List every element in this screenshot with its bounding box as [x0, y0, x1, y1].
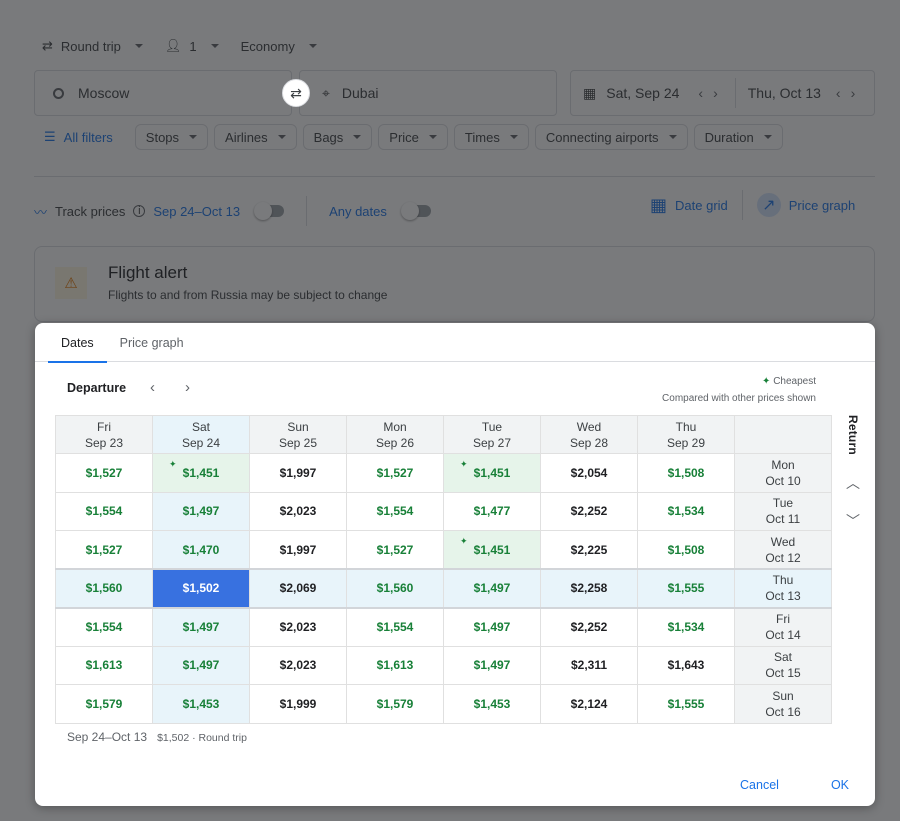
price-cell[interactable]: $2,124 [540, 684, 638, 724]
departure-column-header: Fri Sep 23 [55, 415, 153, 454]
price-cell[interactable]: ✦ $1,451 [443, 530, 541, 570]
tab-dates[interactable]: Dates [48, 323, 107, 363]
price-cell[interactable]: $1,453 [152, 684, 250, 724]
grid-row: $1,527 $1,470 $1,997 $1,527 ✦ $1,451 $2,225 $1,… [55, 530, 832, 570]
price-cell[interactable]: $1,534 [637, 491, 735, 531]
cancel-button[interactable]: Cancel [740, 778, 779, 792]
price-cell[interactable]: $2,023 [249, 607, 347, 647]
date-grid-dialog: Dates Price graph Departure ‹ › ✦ Cheape… [35, 323, 875, 806]
price-cell[interactable]: $1,579 [55, 684, 153, 724]
price-cell[interactable]: $1,534 [637, 607, 735, 647]
departure-column-header: Sat Sep 24 [152, 415, 250, 454]
price-cell[interactable]: $1,508 [637, 530, 735, 570]
price-cell[interactable]: $1,453 [443, 684, 541, 724]
price-cell[interactable]: $1,997 [249, 453, 347, 493]
price-cell[interactable]: $2,258 [540, 568, 638, 609]
departure-column-header: Thu Sep 29 [637, 415, 735, 454]
price-cell[interactable]: $1,497 [443, 645, 541, 685]
dialog-actions: Cancel OK [740, 778, 849, 792]
price-cell[interactable]: $1,613 [346, 645, 444, 685]
return-row-header: Fri Oct 14 [734, 607, 832, 647]
departure-column-header: Wed Sep 28 [540, 415, 638, 454]
price-cell[interactable]: $1,497 [152, 607, 250, 647]
price-cell[interactable]: $2,069 [249, 568, 347, 609]
price-cell[interactable]: $1,470 [152, 530, 250, 570]
return-row-header: Thu Oct 13 [734, 568, 832, 609]
price-cell[interactable]: $1,527 [55, 530, 153, 570]
return-row-header: Sun Oct 16 [734, 684, 832, 724]
swap-button[interactable]: ⇄ [282, 79, 310, 107]
grid-row: $1,554 $1,497 $2,023 $1,554 $1,497 $2,252 $1,5… [55, 607, 832, 647]
sparkle-icon: ✦ [762, 376, 771, 387]
price-cell[interactable]: $1,497 [152, 645, 250, 685]
price-cell[interactable]: $1,999 [249, 684, 347, 724]
price-cell[interactable]: $1,477 [443, 491, 541, 531]
return-nav: Return ︿ ﹀ [846, 415, 866, 531]
price-cell[interactable]: $1,554 [346, 491, 444, 531]
departure-column-header: Mon Sep 26 [346, 415, 444, 454]
price-cell[interactable]: $1,554 [55, 491, 153, 531]
price-cell[interactable]: $1,579 [346, 684, 444, 724]
return-label: Return [846, 415, 860, 455]
grid-row: $1,554 $1,497 $2,023 $1,554 $1,477 $2,252 $1,5… [55, 491, 832, 531]
grid-row: $1,527 ✦ $1,451 $1,997 $1,527 ✦ $1,451 $2,054 $1… [55, 453, 832, 493]
grid-row: $1,613 $1,497 $2,023 $1,613 $1,497 $2,311 $1,6… [55, 645, 832, 685]
date-price-grid: Fri Sep 23 Sat Sep 24 Sun Sep 25 Mon Sep 26 Tue S… [55, 415, 832, 724]
price-cell[interactable]: $1,554 [346, 607, 444, 647]
departure-column-header: Sun Sep 25 [249, 415, 347, 454]
departure-nav: Departure ‹ › [67, 379, 190, 396]
cheapest-sparkle-icon: ✦ [169, 459, 177, 469]
price-cell[interactable]: ✦ $1,451 [152, 453, 250, 493]
return-row-header: Wed Oct 12 [734, 530, 832, 570]
tab-price-graph[interactable]: Price graph [107, 323, 197, 362]
return-up-button[interactable]: ︿ [846, 473, 860, 493]
price-cell[interactable]: $2,311 [540, 645, 638, 685]
price-cell[interactable]: $2,023 [249, 645, 347, 685]
return-row-header: Tue Oct 11 [734, 491, 832, 531]
selection-summary: Sep 24–Oct 13 $1,502 · Round trip [67, 730, 247, 744]
return-row-header: Sat Oct 15 [734, 645, 832, 685]
price-cell[interactable]: $1,555 [637, 568, 735, 609]
cheapest-sparkle-icon: ✦ [460, 459, 468, 469]
cheapest-sparkle-icon: ✦ [460, 536, 468, 546]
price-cell[interactable]: $1,560 [55, 568, 153, 609]
ok-button[interactable]: OK [831, 778, 849, 792]
price-cell[interactable]: ✦ $1,451 [443, 453, 541, 493]
price-legend: ✦ Cheapest Compared with other prices sh… [662, 376, 816, 404]
return-down-button[interactable]: ﹀ [846, 511, 860, 531]
price-cell[interactable]: $1,497 [443, 568, 541, 609]
price-cell[interactable]: $2,252 [540, 607, 638, 647]
departure-label: Departure [67, 380, 127, 395]
swap-icon: ⇄ [290, 84, 302, 101]
price-cell[interactable]: $1,554 [55, 607, 153, 647]
price-cell[interactable]: $2,023 [249, 491, 347, 531]
price-cell[interactable]: $2,054 [540, 453, 638, 493]
price-cell[interactable]: $1,497 [152, 491, 250, 531]
price-cell[interactable]: $1,527 [55, 453, 153, 493]
dialog-tabs: Dates Price graph [35, 323, 875, 363]
price-cell[interactable]: $1,497 [443, 607, 541, 647]
departure-next-button[interactable]: › [185, 379, 190, 396]
return-row-header: Mon Oct 10 [734, 453, 832, 493]
price-cell[interactable]: $1,527 [346, 530, 444, 570]
departure-column-header: Tue Sep 27 [443, 415, 541, 454]
price-cell[interactable]: $2,252 [540, 491, 638, 531]
grid-corner [734, 415, 832, 454]
price-cell[interactable]: $1,508 [637, 453, 735, 493]
price-cell[interactable]: $1,613 [55, 645, 153, 685]
price-cell[interactable]: $2,225 [540, 530, 638, 570]
price-cell[interactable]: $1,643 [637, 645, 735, 685]
departure-prev-button[interactable]: ‹ [150, 379, 155, 396]
price-cell[interactable]: $1,560 [346, 568, 444, 609]
price-cell[interactable]: $1,502 [152, 568, 250, 609]
grid-row: $1,560 $1,502 $2,069 $1,560 $1,497 $2,258 $1,5… [55, 568, 832, 609]
price-cell[interactable]: $1,555 [637, 684, 735, 724]
price-cell[interactable]: $1,527 [346, 453, 444, 493]
price-cell[interactable]: $1,997 [249, 530, 347, 570]
grid-row: $1,579 $1,453 $1,999 $1,579 $1,453 $2,124 $1,5… [55, 684, 832, 724]
